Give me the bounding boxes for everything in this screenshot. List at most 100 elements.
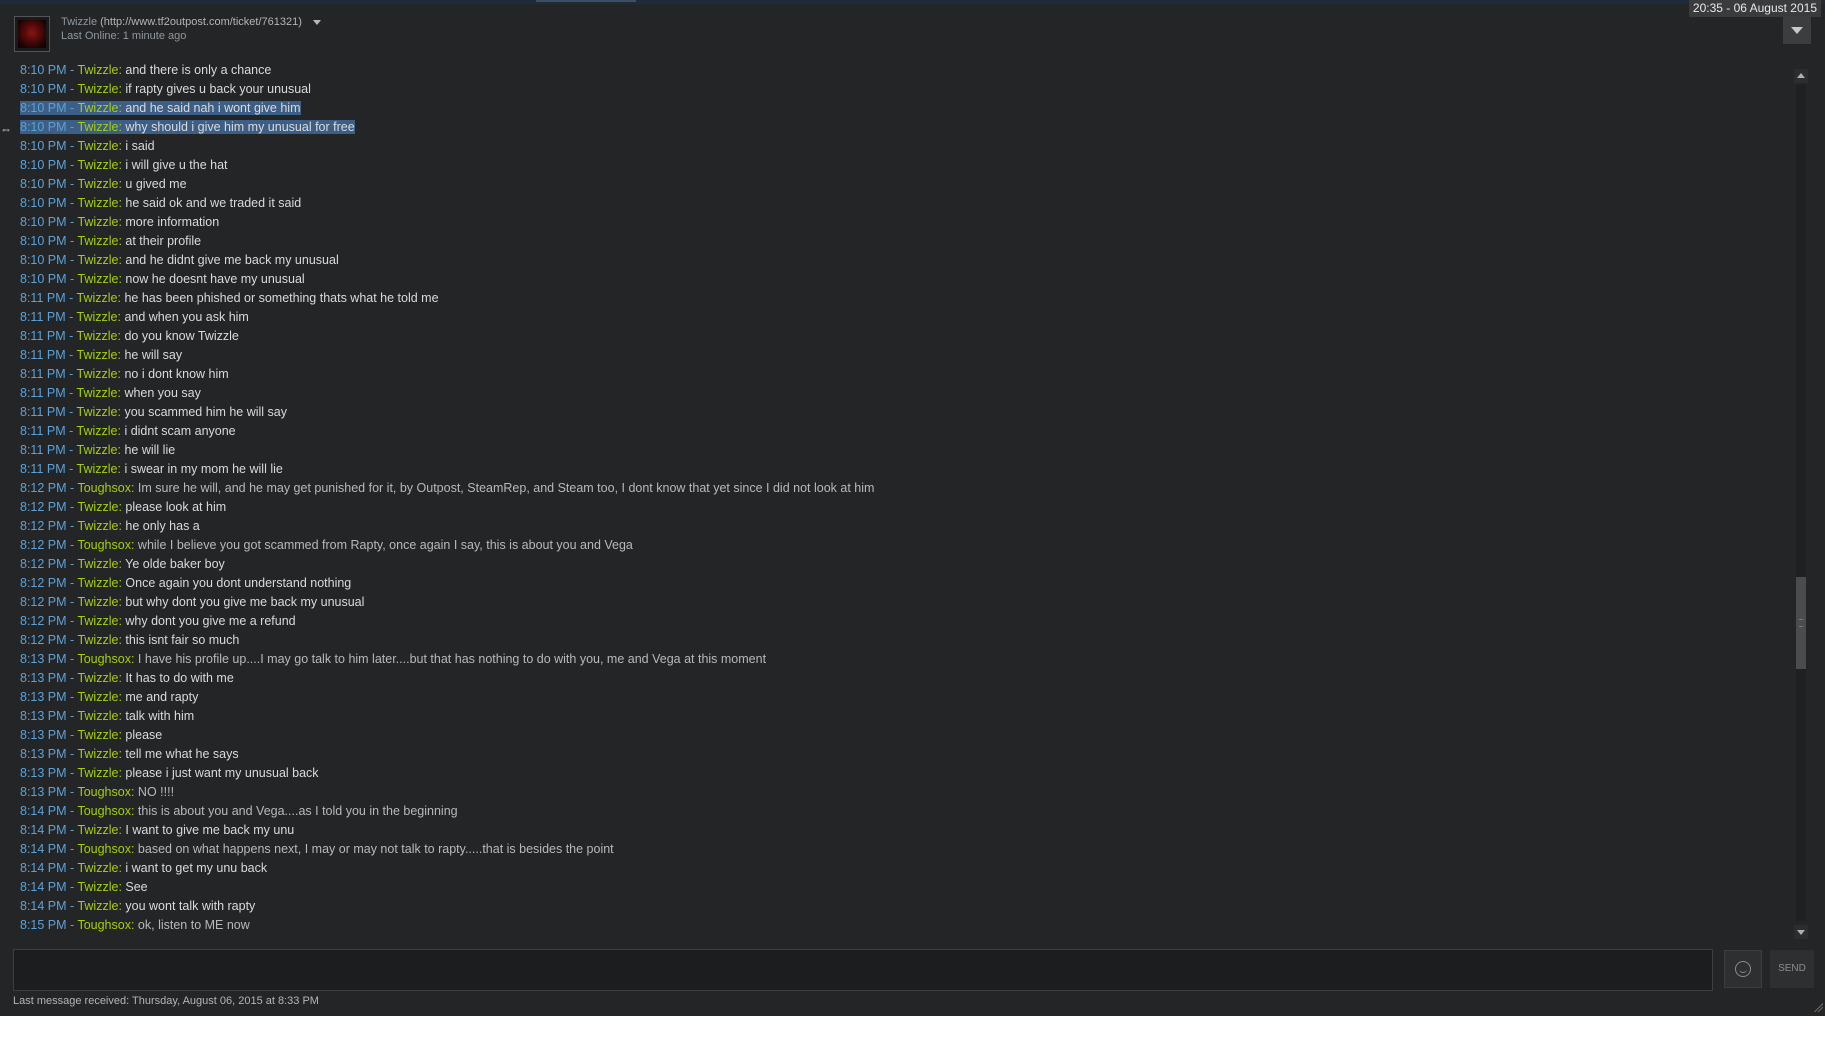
- chat-message: 8:12 PM - Twizzle: but why dont you give…: [20, 595, 365, 609]
- message-text: NO !!!!: [137, 785, 175, 799]
- message-time: 8:13 PM: [20, 766, 67, 780]
- message-sender[interactable]: Twizzle: [77, 576, 118, 590]
- message-sender[interactable]: Twizzle: [77, 177, 118, 191]
- message-sender[interactable]: Twizzle: [77, 272, 118, 286]
- message-sender[interactable]: Twizzle: [77, 747, 118, 761]
- message-sender[interactable]: Twizzle: [77, 215, 118, 229]
- message-sender[interactable]: Twizzle: [77, 500, 118, 514]
- chat-message: 8:13 PM - Twizzle: tell me what he says: [20, 747, 239, 761]
- message-text: he only has a: [125, 519, 200, 533]
- message-sender[interactable]: Twizzle: [77, 595, 118, 609]
- chat-message: 8:14 PM - Toughsox: this is about you an…: [20, 804, 458, 818]
- collapse-button[interactable]: [1783, 16, 1811, 44]
- chat-message: 8:11 PM - Twizzle: i didnt scam anyone: [20, 424, 236, 438]
- message-sender[interactable]: Twizzle: [77, 690, 118, 704]
- message-text: i will give u the hat: [125, 158, 228, 172]
- scroll-down-button[interactable]: [1794, 925, 1808, 939]
- send-button[interactable]: SEND: [1770, 950, 1814, 988]
- message-sender[interactable]: Twizzle: [77, 462, 118, 476]
- message-sender[interactable]: Twizzle: [77, 861, 118, 875]
- chat-message: 8:13 PM - Twizzle: please i just want my…: [20, 766, 319, 780]
- message-time: 8:10 PM: [20, 272, 67, 286]
- message-sender[interactable]: Toughsox: [77, 842, 131, 856]
- message-sender[interactable]: Twizzle: [77, 329, 118, 343]
- message-time: 8:13 PM: [20, 652, 67, 666]
- message-text: please look at him: [125, 500, 227, 514]
- message-sender[interactable]: Twizzle: [77, 386, 118, 400]
- message-sender[interactable]: Twizzle: [77, 310, 118, 324]
- message-time: 8:11 PM: [20, 462, 66, 476]
- scroll-thumb[interactable]: [1796, 577, 1806, 669]
- chat-message: 8:13 PM - Toughsox: NO !!!!: [20, 785, 175, 799]
- contact-name: Twizzle: [61, 16, 98, 28]
- resize-cursor-icon: ⇔: [0, 122, 12, 136]
- message-sender[interactable]: Twizzle: [77, 766, 118, 780]
- message-time: 8:12 PM: [20, 519, 67, 533]
- chat-message: 8:13 PM - Twizzle: talk with him: [20, 709, 195, 723]
- message-sender[interactable]: Twizzle: [77, 367, 118, 381]
- contact-profile-url[interactable]: (http://www.tf2outpost.com/ticket/761321…: [100, 16, 302, 28]
- chevron-down-icon[interactable]: [312, 19, 321, 25]
- message-sender[interactable]: Toughsox: [77, 785, 131, 799]
- message-text: and there is only a chance: [125, 63, 272, 77]
- message-sender[interactable]: Twizzle: [77, 196, 118, 210]
- message-text: you scammed him he will say: [124, 405, 288, 419]
- message-sender[interactable]: Twizzle: [77, 823, 118, 837]
- message-sender[interactable]: Toughsox: [77, 804, 131, 818]
- message-sender[interactable]: Twizzle: [77, 120, 118, 134]
- message-text: See: [125, 880, 148, 894]
- message-sender[interactable]: Toughsox: [77, 652, 131, 666]
- message-sender[interactable]: Toughsox: [77, 481, 131, 495]
- scroll-up-button[interactable]: [1794, 69, 1808, 83]
- chat-message: 8:14 PM - Toughsox: based on what happen…: [20, 842, 614, 856]
- message-sender[interactable]: Twizzle: [77, 291, 118, 305]
- chat-message: 8:11 PM - Twizzle: no i dont know him: [20, 367, 229, 381]
- message-text: ok, listen to ME now: [137, 918, 250, 932]
- message-sender[interactable]: Twizzle: [77, 101, 118, 115]
- message-text: why dont you give me a refund: [125, 614, 296, 628]
- message-time: 8:12 PM: [20, 614, 67, 628]
- message-sender[interactable]: Twizzle: [77, 519, 118, 533]
- message-time: 8:14 PM: [20, 861, 67, 875]
- chat-message: 8:12 PM - Twizzle: this isnt fair so muc…: [20, 633, 240, 647]
- message-text: based on what happens next, I may or may…: [137, 842, 614, 856]
- message-text: at their profile: [125, 234, 202, 248]
- message-sender[interactable]: Twizzle: [77, 348, 118, 362]
- message-sender[interactable]: Twizzle: [77, 880, 118, 894]
- message-text: no i dont know him: [124, 367, 229, 381]
- message-text: now he doesnt have my unusual: [125, 272, 305, 286]
- message-time: 8:10 PM: [20, 120, 67, 134]
- message-sender[interactable]: Twizzle: [77, 709, 118, 723]
- message-sender[interactable]: Twizzle: [77, 899, 118, 913]
- chat-input[interactable]: [13, 949, 1713, 991]
- message-sender[interactable]: Toughsox: [77, 918, 131, 932]
- message-sender[interactable]: Toughsox: [77, 538, 131, 552]
- message-sender[interactable]: Twizzle: [77, 424, 118, 438]
- chat-message: 8:12 PM - Toughsox: while I believe you …: [20, 538, 633, 552]
- message-sender[interactable]: Twizzle: [77, 82, 118, 96]
- scroll-track[interactable]: [1796, 85, 1806, 921]
- message-text: this isnt fair so much: [125, 633, 240, 647]
- message-text: and he didnt give me back my unusual: [125, 253, 339, 267]
- chat-message: 8:11 PM - Twizzle: when you say: [20, 386, 201, 400]
- message-sender[interactable]: Twizzle: [77, 253, 118, 267]
- message-sender[interactable]: Twizzle: [77, 557, 118, 571]
- message-sender[interactable]: Twizzle: [77, 139, 118, 153]
- message-time: 8:13 PM: [20, 728, 67, 742]
- message-sender[interactable]: Twizzle: [77, 405, 118, 419]
- avatar[interactable]: [14, 16, 50, 52]
- message-sender[interactable]: Twizzle: [77, 633, 118, 647]
- message-sender[interactable]: Twizzle: [77, 63, 118, 77]
- message-sender[interactable]: Twizzle: [77, 443, 118, 457]
- message-time: 8:11 PM: [20, 367, 66, 381]
- resize-grip-icon[interactable]: [1813, 1002, 1823, 1012]
- message-sender[interactable]: Twizzle: [77, 614, 118, 628]
- message-scrollbar[interactable]: [1794, 69, 1808, 939]
- message-sender[interactable]: Twizzle: [77, 671, 118, 685]
- emoticon-button[interactable]: [1724, 950, 1762, 988]
- message-time: 8:14 PM: [20, 804, 67, 818]
- message-sender[interactable]: Twizzle: [77, 234, 118, 248]
- message-list[interactable]: 8:10 PM - Twizzle: and there is only a c…: [14, 61, 1784, 938]
- message-sender[interactable]: Twizzle: [77, 728, 118, 742]
- message-sender[interactable]: Twizzle: [77, 158, 118, 172]
